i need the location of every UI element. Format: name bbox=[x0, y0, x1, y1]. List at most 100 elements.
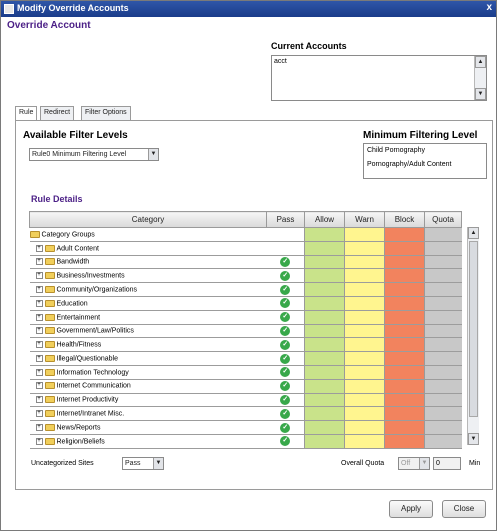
expand-icon[interactable]: + bbox=[35, 423, 43, 431]
expand-icon[interactable]: + bbox=[35, 272, 43, 280]
warn-cell[interactable] bbox=[344, 282, 385, 297]
block-cell[interactable] bbox=[384, 268, 425, 284]
warn-cell[interactable] bbox=[344, 379, 385, 394]
table-row[interactable]: + Adult Content bbox=[29, 241, 462, 256]
warn-cell[interactable] bbox=[344, 227, 385, 242]
scroll-up-icon[interactable]: ▲ bbox=[468, 227, 479, 239]
scroll-thumb[interactable] bbox=[469, 241, 478, 417]
title-bar[interactable]: Modify Override Accounts x bbox=[1, 1, 496, 17]
expand-icon[interactable]: + bbox=[35, 382, 43, 390]
expand-icon[interactable]: + bbox=[35, 368, 43, 376]
expand-icon[interactable]: + bbox=[35, 244, 43, 252]
category-cell[interactable]: + Government/Law/Politics bbox=[29, 324, 267, 339]
table-row[interactable]: + Illegal/Questionable ✓ bbox=[29, 351, 462, 366]
current-accounts-list[interactable]: acct ▲ ▼ bbox=[271, 55, 487, 101]
allow-cell[interactable] bbox=[304, 255, 345, 270]
column-header-pass[interactable]: Pass bbox=[266, 211, 305, 228]
chevron-down-icon[interactable]: ▼ bbox=[153, 458, 163, 469]
table-row[interactable]: + Internet/Intranet Misc. ✓ bbox=[29, 406, 462, 422]
block-cell[interactable] bbox=[384, 420, 425, 435]
quota-cell[interactable] bbox=[424, 365, 462, 380]
table-row[interactable]: + Business/Investments ✓ bbox=[29, 268, 462, 284]
table-row[interactable]: + Health/Fitness ✓ bbox=[29, 337, 462, 353]
warn-cell[interactable] bbox=[344, 365, 385, 380]
warn-cell[interactable] bbox=[344, 393, 385, 408]
warn-cell[interactable] bbox=[344, 406, 385, 422]
category-cell[interactable]: + Religion/Beliefs bbox=[29, 434, 267, 449]
block-cell[interactable] bbox=[384, 227, 425, 242]
allow-cell[interactable] bbox=[304, 310, 345, 325]
allow-cell[interactable] bbox=[304, 268, 345, 284]
block-cell[interactable] bbox=[384, 282, 425, 297]
block-cell[interactable] bbox=[384, 434, 425, 449]
pass-cell[interactable]: ✓ bbox=[266, 379, 305, 394]
quota-cell[interactable] bbox=[424, 227, 462, 242]
block-cell[interactable] bbox=[384, 351, 425, 366]
quota-cell[interactable] bbox=[424, 282, 462, 297]
allow-cell[interactable] bbox=[304, 324, 345, 339]
warn-cell[interactable] bbox=[344, 420, 385, 435]
allow-cell[interactable] bbox=[304, 282, 345, 297]
pass-cell[interactable]: ✓ bbox=[266, 365, 305, 380]
category-cell[interactable]: + Business/Investments bbox=[29, 268, 267, 284]
quota-minutes-input[interactable]: 0 bbox=[433, 457, 461, 470]
block-cell[interactable] bbox=[384, 296, 425, 311]
quota-cell[interactable] bbox=[424, 434, 462, 449]
column-header-block[interactable]: Block bbox=[384, 211, 425, 228]
pass-cell[interactable]: ✓ bbox=[266, 296, 305, 311]
category-cell[interactable]: + Health/Fitness bbox=[29, 337, 267, 353]
close-window-icon[interactable]: x bbox=[486, 2, 492, 13]
table-row[interactable]: + Internet Communication ✓ bbox=[29, 379, 462, 394]
warn-cell[interactable] bbox=[344, 351, 385, 366]
category-cell[interactable]: + Information Technology bbox=[29, 365, 267, 380]
table-row[interactable]: + Entertainment ✓ bbox=[29, 310, 462, 325]
category-cell[interactable]: + Internet Productivity bbox=[29, 393, 267, 408]
category-cell[interactable]: + Education bbox=[29, 296, 267, 311]
pass-cell[interactable]: ✓ bbox=[266, 324, 305, 339]
category-cell[interactable]: + Internet/Intranet Misc. bbox=[29, 406, 267, 422]
table-row[interactable]: + Religion/Beliefs ✓ bbox=[29, 434, 462, 449]
column-header-quota[interactable]: Quota bbox=[424, 211, 462, 228]
column-header-category[interactable]: Category bbox=[29, 211, 267, 228]
chevron-down-icon[interactable]: ▼ bbox=[148, 149, 158, 160]
allow-cell[interactable] bbox=[304, 337, 345, 353]
quota-cell[interactable] bbox=[424, 420, 462, 435]
expand-icon[interactable]: + bbox=[35, 354, 43, 362]
filter-level-select[interactable]: Rule0 Minimum Filtering Level ▼ bbox=[29, 148, 159, 161]
table-row[interactable]: + News/Reports ✓ bbox=[29, 420, 462, 435]
category-cell[interactable]: + Entertainment bbox=[29, 310, 267, 325]
expand-icon[interactable]: + bbox=[35, 327, 43, 335]
expand-icon[interactable]: + bbox=[35, 437, 43, 445]
warn-cell[interactable] bbox=[344, 255, 385, 270]
quota-cell[interactable] bbox=[424, 255, 462, 270]
allow-cell[interactable] bbox=[304, 406, 345, 422]
pass-cell[interactable]: ✓ bbox=[266, 393, 305, 408]
apply-button[interactable]: Apply bbox=[389, 500, 433, 518]
block-cell[interactable] bbox=[384, 255, 425, 270]
expand-icon[interactable]: + bbox=[35, 313, 43, 321]
expand-icon[interactable]: + bbox=[35, 285, 43, 293]
warn-cell[interactable] bbox=[344, 337, 385, 353]
scroll-down-icon[interactable]: ▼ bbox=[475, 88, 486, 100]
quota-cell[interactable] bbox=[424, 379, 462, 394]
quota-cell[interactable] bbox=[424, 393, 462, 408]
table-row[interactable]: + Internet Productivity ✓ bbox=[29, 393, 462, 408]
category-cell[interactable]: + Community/Organizations bbox=[29, 282, 267, 297]
pass-cell[interactable]: ✓ bbox=[266, 420, 305, 435]
quota-cell[interactable] bbox=[424, 310, 462, 325]
expand-icon[interactable]: + bbox=[35, 341, 43, 349]
table-row[interactable]: + Education ✓ bbox=[29, 296, 462, 311]
block-cell[interactable] bbox=[384, 310, 425, 325]
block-cell[interactable] bbox=[384, 379, 425, 394]
pass-cell[interactable] bbox=[266, 241, 305, 256]
allow-cell[interactable] bbox=[304, 434, 345, 449]
pass-cell[interactable]: ✓ bbox=[266, 255, 305, 270]
allow-cell[interactable] bbox=[304, 296, 345, 311]
table-row[interactable]: + Community/Organizations ✓ bbox=[29, 282, 462, 297]
rules-scrollbar[interactable]: ▲ ▼ bbox=[467, 227, 479, 445]
pass-cell[interactable]: ✓ bbox=[266, 406, 305, 422]
expand-icon[interactable]: + bbox=[35, 396, 43, 404]
quota-cell[interactable] bbox=[424, 337, 462, 353]
category-cell[interactable]: + Illegal/Questionable bbox=[29, 351, 267, 366]
expand-icon[interactable]: + bbox=[35, 258, 43, 266]
